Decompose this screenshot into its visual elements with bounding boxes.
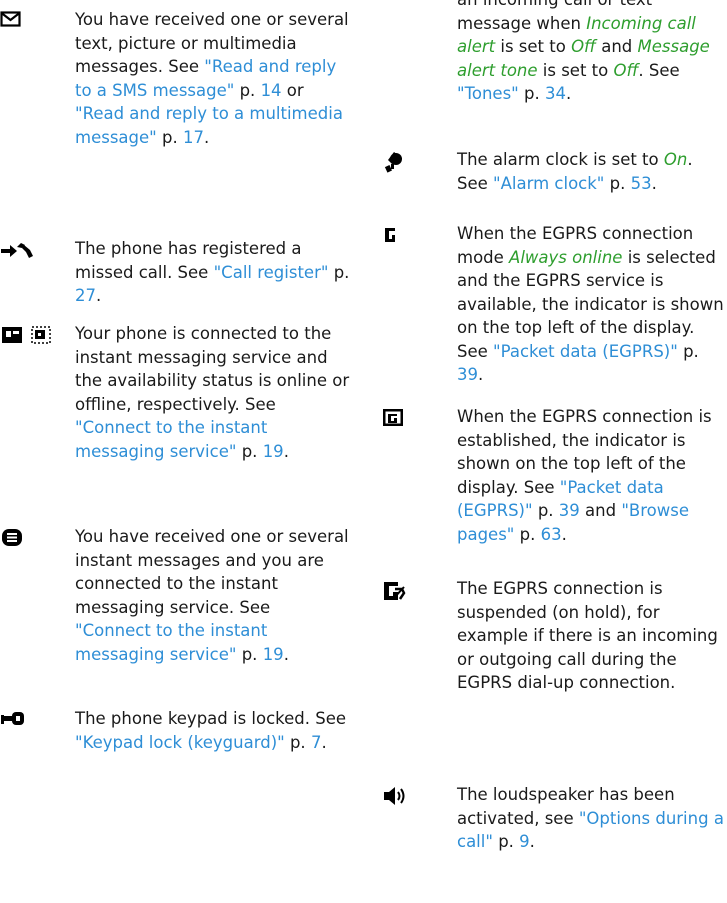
indicator-description: The phone keypad is locked. See "Keypad … [75,707,350,754]
body-text: or [281,80,304,100]
cross-reference-link[interactable]: 53 [631,174,652,193]
body-text: . [529,832,535,851]
body-text: p. [234,80,261,100]
indicator-description: When the EGPRS connection mode Always on… [457,222,727,387]
body-text: p. [236,441,263,461]
body-text: p. [532,501,559,520]
body-text: . [478,365,484,384]
loudspeaker-icon [382,785,442,809]
cross-reference-link[interactable]: 9 [519,832,530,851]
cross-reference-link[interactable]: 7 [311,733,322,752]
indicator-description: The EGPRS connection is suspended (on ho… [457,577,727,695]
body-text: p. [604,173,631,193]
cross-reference-link[interactable]: "Alarm clock" [493,174,604,193]
body-text: p. [156,127,183,147]
cross-reference-link[interactable]: 63 [541,525,562,544]
menu-setting-term: Always online [509,247,623,267]
body-text: and [595,37,638,56]
body-text: p. [284,732,311,752]
keypad-lock-icon [0,709,60,733]
cross-reference-link[interactable]: 27 [75,286,96,305]
menu-setting-term: Off [613,60,639,80]
indicator-description: You have received one or several text, p… [75,8,350,149]
menu-setting-term: Off [571,37,596,56]
indicator-description: The phone has registered a missed call. … [75,237,350,308]
cross-reference-link[interactable]: 39 [457,365,478,384]
im-status-icons [0,324,60,348]
body-text: p. [492,832,520,851]
body-text: p. [677,341,699,361]
body-text: The alarm clock is set to [457,150,664,169]
body-text: . [283,441,289,461]
indicator-description: The loudspeaker has been activated, see … [457,783,727,854]
body-text: p. [518,84,545,103]
indicator-description: The alarm clock is set to On. See "Alarm… [457,148,727,195]
body-text: . [651,173,657,193]
instant-message-icon [0,527,60,551]
cross-reference-link[interactable]: "Tones" [457,84,519,103]
body-text: is set to [537,60,614,80]
egprs-g-icon [382,224,442,248]
indicator-description: When the EGPRS connection is established… [457,405,727,546]
cross-reference-link[interactable]: 17 [183,128,204,147]
body-text: is set to [495,37,572,56]
cross-reference-link[interactable]: "Packet data (EGPRS)" [493,342,678,361]
cross-reference-link[interactable]: 19 [263,442,284,461]
missed-call-icon [0,239,60,263]
body-text: p. [514,524,541,544]
cross-reference-link[interactable]: 34 [545,84,566,103]
cross-reference-link[interactable]: 19 [263,645,284,664]
cross-reference-link[interactable]: 39 [559,501,580,520]
body-text: . [203,127,210,147]
body-text: . [283,644,289,664]
body-text: p. [328,262,350,282]
alarm-clock-icon [382,150,442,174]
body-text: You have received one or several instant… [75,527,349,617]
indicator-description: an incoming call or text message when In… [457,0,727,106]
body-text: p. [236,644,263,664]
indicator-description: Your phone is connected to the instant m… [75,322,350,463]
body-text: . [321,732,327,752]
cross-reference-link[interactable]: "Call register" [214,263,329,282]
cross-reference-link[interactable]: "Keypad lock (keyguard)" [75,733,285,752]
body-text: . See [638,60,680,80]
body-text: and [579,501,622,520]
menu-setting-term: On [663,150,688,169]
body-text: . [561,524,567,544]
body-text: Your phone is connected to the instant m… [75,324,350,414]
egprs-suspended-icon [382,579,442,603]
cross-reference-link[interactable]: 14 [261,81,282,100]
body-text: . [96,286,102,305]
body-text: The phone keypad is locked. See [75,709,347,728]
body-text: . [565,84,572,103]
envelope-icon [0,10,60,34]
body-text: The EGPRS connection is suspended (on ho… [457,579,718,692]
egprs-connected-icon [382,407,442,431]
indicator-description: You have received one or several instant… [75,525,350,666]
